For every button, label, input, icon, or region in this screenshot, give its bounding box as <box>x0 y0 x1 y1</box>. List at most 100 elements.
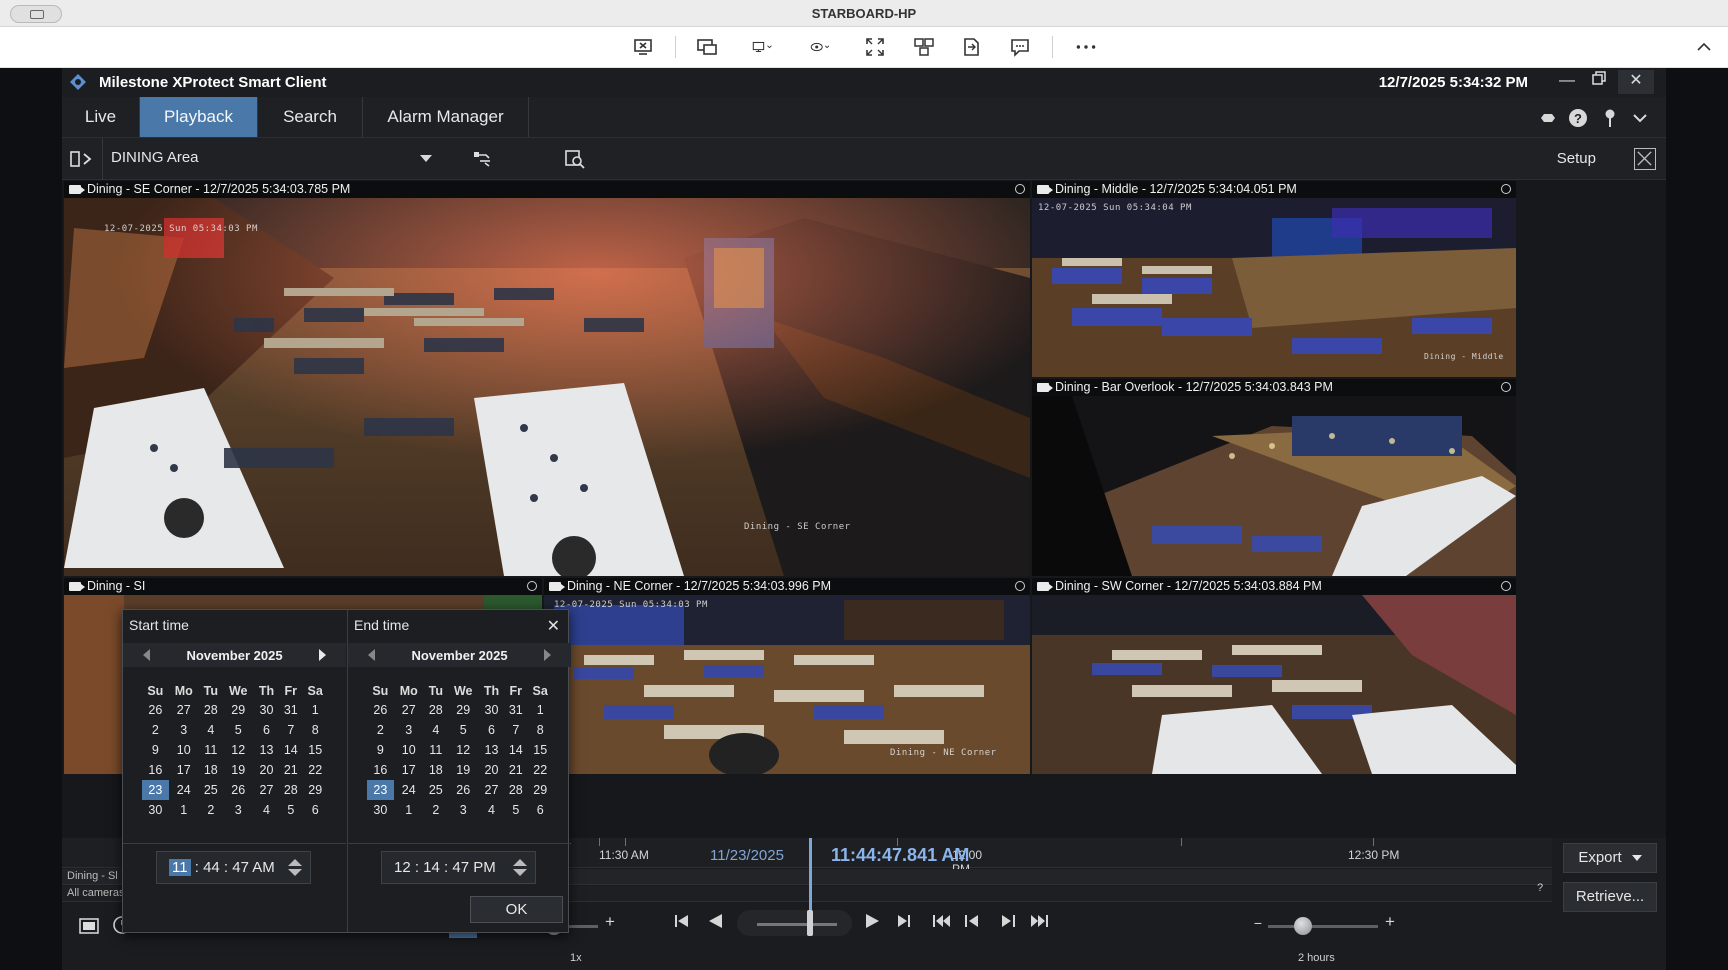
calendar-day[interactable]: 13 <box>254 740 280 760</box>
calendar-day[interactable]: 20 <box>254 760 280 780</box>
layout-icon[interactable] <box>79 917 99 935</box>
calendar-day[interactable]: 20 <box>479 760 505 780</box>
calendar-day[interactable]: 4 <box>199 720 223 740</box>
calendar-day[interactable]: 25 <box>199 780 223 800</box>
file-transfer-icon[interactable] <box>960 37 982 57</box>
next-sequence-icon[interactable] <box>998 913 1018 933</box>
calendar-day[interactable]: 12 <box>223 740 254 760</box>
end-time-spinner-icon[interactable] <box>513 859 527 877</box>
calendar-day[interactable]: 17 <box>169 760 199 780</box>
setup-button[interactable]: Setup <box>1557 150 1596 167</box>
camera-tile-bar-overlook[interactable]: Dining - Bar Overlook - 12/7/2025 5:34:0… <box>1032 379 1516 576</box>
chat-icon[interactable] <box>1009 37 1031 57</box>
calendar-day[interactable]: 26 <box>142 700 169 720</box>
play-reverse-icon[interactable] <box>706 913 726 934</box>
calendar-day[interactable]: 29 <box>448 700 479 720</box>
snapshot-search-icon[interactable] <box>564 149 586 169</box>
calendar-day[interactable]: 3 <box>223 800 254 820</box>
calendar-day[interactable]: 28 <box>504 780 527 800</box>
zoom-out-icon[interactable]: − <box>1250 913 1266 933</box>
timespan-slider[interactable] <box>1268 925 1378 928</box>
start-time-input[interactable]: 11 : 44 : 47 AM <box>156 851 311 884</box>
more-options-icon[interactable] <box>1073 37 1099 57</box>
multimonitor-icon[interactable] <box>913 37 935 57</box>
sync-playback-icon[interactable] <box>473 149 495 169</box>
help-icon[interactable]: ? <box>1568 108 1588 128</box>
calendar-day[interactable]: 1 <box>169 800 199 820</box>
calendar-day[interactable]: 19 <box>223 760 254 780</box>
calendar-day[interactable]: 12 <box>448 740 479 760</box>
restore-button[interactable] <box>1584 70 1614 94</box>
start-hour-field[interactable]: 11 <box>169 859 191 876</box>
display-menu-icon[interactable] <box>746 37 780 57</box>
start-time-spinner-icon[interactable] <box>288 859 302 877</box>
view-menu-icon[interactable] <box>803 37 839 57</box>
camera-tile-middle[interactable]: Dining - Middle - 12/7/2025 5:34:04.051 … <box>1032 181 1516 377</box>
calendar-day[interactable]: 6 <box>527 800 553 820</box>
chevron-up-icon[interactable] <box>1694 37 1714 57</box>
calendar-day[interactable]: 3 <box>448 800 479 820</box>
camera-tile-se-corner[interactable]: Dining - SE Corner - 12/7/2025 5:34:03.7… <box>64 181 1030 576</box>
calendar-day[interactable]: 22 <box>302 760 328 780</box>
playhead-marker[interactable] <box>809 838 812 912</box>
calendar-day[interactable]: 3 <box>394 720 424 740</box>
calendar-day[interactable]: 2 <box>142 720 169 740</box>
calendar-day[interactable]: 5 <box>223 720 254 740</box>
calendar-day[interactable]: 28 <box>279 780 302 800</box>
calendar-day[interactable]: 8 <box>527 720 553 740</box>
calendar-day[interactable]: 16 <box>142 760 169 780</box>
calendar-day[interactable]: 5 <box>279 800 302 820</box>
chevron-down-icon[interactable] <box>1630 108 1650 128</box>
close-dialog-icon[interactable]: ✕ <box>547 616 560 636</box>
calendar-day[interactable]: 4 <box>254 800 280 820</box>
calendar-day[interactable]: 29 <box>527 780 553 800</box>
calendar-day[interactable]: 9 <box>367 740 394 760</box>
go-to-end-icon[interactable] <box>1028 913 1050 933</box>
calendar-day[interactable]: 31 <box>279 700 302 720</box>
export-button[interactable]: Export <box>1563 843 1657 873</box>
next-month-icon[interactable] <box>544 649 551 661</box>
calendar-day[interactable]: 28 <box>199 700 223 720</box>
calendar-day[interactable]: 2 <box>367 720 394 740</box>
minimize-button[interactable]: — <box>1552 70 1582 94</box>
ctrl-alt-del-icon[interactable] <box>696 37 718 57</box>
dropdown-caret-icon[interactable] <box>420 155 432 162</box>
calendar-day[interactable]: 16 <box>367 760 394 780</box>
calendar-day[interactable]: 27 <box>254 780 280 800</box>
view-selector[interactable]: DINING Area <box>111 149 199 166</box>
calendar-day[interactable]: 23 <box>142 780 169 800</box>
calendar-day[interactable]: 15 <box>527 740 553 760</box>
calendar-day[interactable]: 30 <box>142 800 169 820</box>
calendar-day[interactable]: 10 <box>169 740 199 760</box>
calendar-day[interactable]: 5 <box>448 720 479 740</box>
calendar-day[interactable]: 18 <box>424 760 448 780</box>
calendar-day[interactable]: 21 <box>504 760 527 780</box>
calendar-day[interactable]: 10 <box>394 740 424 760</box>
calendar-day[interactable]: 27 <box>479 780 505 800</box>
calendar-day[interactable]: 4 <box>424 720 448 740</box>
calendar-day[interactable]: 26 <box>367 700 394 720</box>
calendar-day[interactable]: 14 <box>279 740 302 760</box>
calendar-day[interactable]: 23 <box>367 780 394 800</box>
calendar-day[interactable]: 25 <box>424 780 448 800</box>
calendar-day[interactable]: 30 <box>254 700 280 720</box>
tab-playback[interactable]: Playback <box>140 97 258 137</box>
calendar-day[interactable]: 7 <box>504 720 527 740</box>
calendar-day[interactable]: 21 <box>279 760 302 780</box>
previous-sequence-icon[interactable] <box>672 913 692 933</box>
connection-status-icon[interactable] <box>1538 108 1558 128</box>
calendar-day[interactable]: 24 <box>394 780 424 800</box>
next-month-icon[interactable] <box>319 649 326 661</box>
maximize-view-icon[interactable] <box>1634 148 1656 170</box>
close-button[interactable]: ✕ <box>1618 70 1654 94</box>
disconnect-icon[interactable] <box>632 37 654 57</box>
calendar-day[interactable]: 9 <box>142 740 169 760</box>
calendar-day[interactable]: 1 <box>394 800 424 820</box>
calendar-day[interactable]: 31 <box>504 700 527 720</box>
calendar-day[interactable]: 18 <box>199 760 223 780</box>
pane-toggle-icon[interactable] <box>70 149 94 169</box>
calendar-day[interactable]: 11 <box>199 740 223 760</box>
retrieve-button[interactable]: Retrieve... <box>1563 882 1657 912</box>
calendar-day[interactable]: 1 <box>302 700 328 720</box>
calendar-day[interactable]: 30 <box>479 700 505 720</box>
